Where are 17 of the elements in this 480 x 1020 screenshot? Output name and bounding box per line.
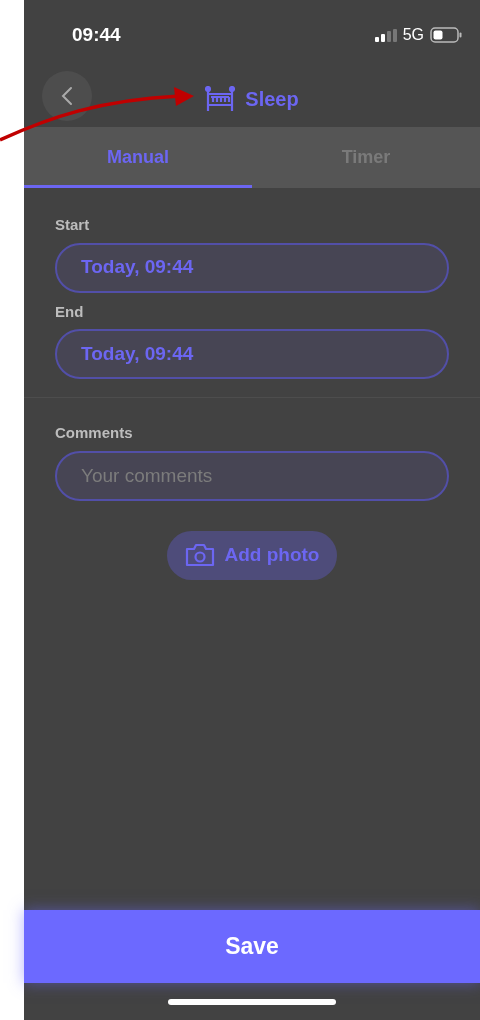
crib-icon bbox=[205, 85, 236, 112]
date-field[interactable]: Today, 09:44 bbox=[55, 242, 449, 293]
signal-icon bbox=[374, 28, 397, 42]
tab[interactable]: Manual bbox=[24, 127, 252, 188]
field-label: Start bbox=[55, 215, 91, 235]
battery-icon bbox=[430, 27, 462, 43]
status-time: 09:44 bbox=[72, 22, 121, 47]
screen-title: Sleep bbox=[245, 86, 299, 112]
camera-icon bbox=[184, 543, 215, 567]
field-label: Comments bbox=[55, 423, 134, 443]
save-button[interactable]: Save bbox=[24, 910, 480, 983]
back-icon bbox=[61, 86, 73, 106]
back-button[interactable] bbox=[42, 71, 92, 121]
network-label: 5G bbox=[402, 25, 424, 45]
date-field[interactable]: Today, 09:44 bbox=[55, 329, 449, 379]
add-photo-button[interactable]: Add photo bbox=[166, 530, 338, 580]
field-label: End bbox=[55, 301, 85, 322]
